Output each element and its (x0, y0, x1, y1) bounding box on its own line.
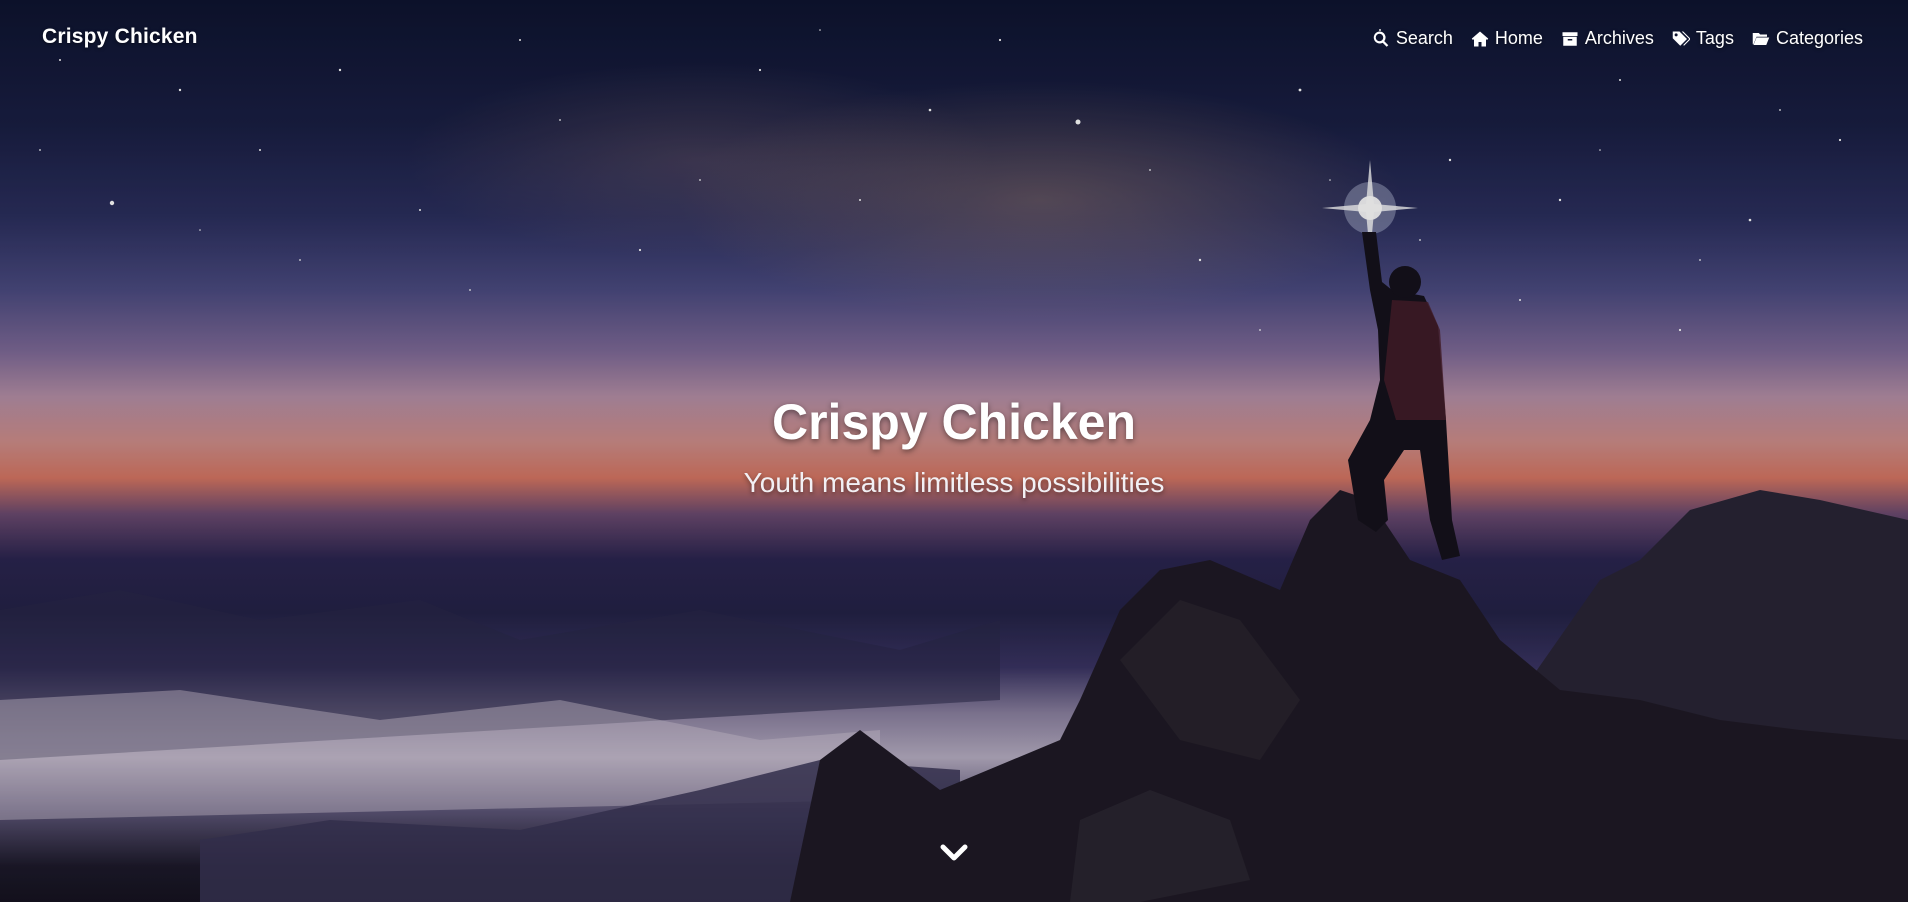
hero-title: Crispy Chicken (771, 394, 1136, 450)
nav-menu: Search Home Archives Tags Categories (1372, 28, 1863, 49)
nav-item-search[interactable]: Search (1372, 28, 1453, 49)
nav-item-label: Home (1494, 28, 1543, 48)
tags-icon (1672, 31, 1690, 46)
top-navbar: Crispy Chicken Search Home Archives Tags… (0, 0, 1908, 80)
nav-item-archives[interactable]: Archives (1561, 28, 1654, 49)
chevron-down-icon (940, 844, 968, 861)
nav-item-label: Archives (1584, 28, 1654, 48)
nav-item-label: Tags (1695, 28, 1734, 48)
nav-item-label: Categories (1775, 28, 1863, 48)
folder-open-icon (1752, 32, 1770, 45)
nav-item-categories[interactable]: Categories (1752, 28, 1863, 49)
nav-item-home[interactable]: Home (1471, 28, 1543, 49)
archive-icon (1562, 31, 1578, 46)
site-brand-link[interactable]: Crispy Chicken (42, 25, 198, 49)
hero-overlay (0, 0, 1908, 902)
home-icon (1471, 31, 1489, 46)
nav-item-tags[interactable]: Tags (1672, 28, 1734, 49)
nav-item-label: Search (1395, 28, 1453, 48)
hero-subtitle: Youth means limitless possibilities (743, 467, 1165, 498)
scroll-down-button[interactable] (939, 840, 969, 866)
hero-banner: Crispy Chicken Search Home Archives Tags… (0, 0, 1908, 902)
search-icon (1373, 31, 1389, 47)
